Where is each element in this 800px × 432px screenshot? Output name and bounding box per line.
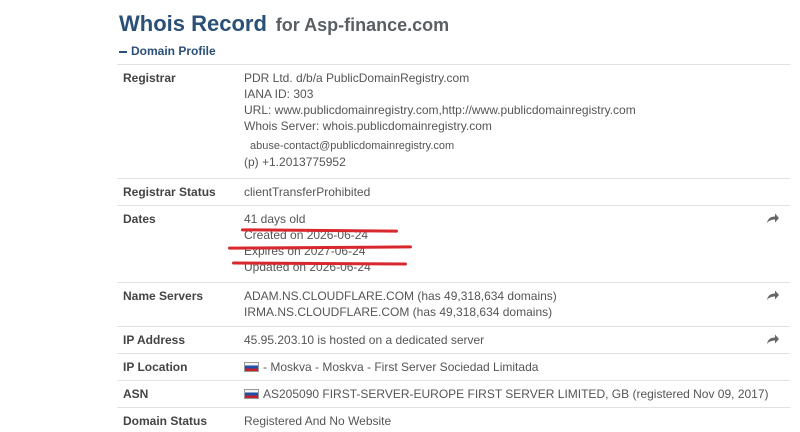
ip-location-text: - Moskva - Moskva - First Server Socieda… [263,360,539,374]
abuse-phone: (p) +1.2013775952 [244,155,346,169]
row-values: 41 days old Created on 2026-06-24 Expire… [244,211,760,275]
asn-text: AS205090 FIRST-SERVER-EUROPE FIRST SERVE… [263,387,769,401]
row-asn: ASN AS205090 FIRST-SERVER-EUROPE FIRST S… [117,380,790,407]
name-server-2: IRMA.NS.CLOUDFLARE.COM (has 49,318,634 d… [244,305,553,319]
collapse-minus-icon [119,50,127,53]
registrar-name: PDR Ltd. d/b/a PublicDomainRegistry.com [244,71,470,85]
row-values: AS205090 FIRST-SERVER-EUROPE FIRST SERVE… [244,386,769,402]
row-values: ADAM.NS.CLOUDFLARE.COM (has 49,318,634 d… [244,288,760,320]
row-name-servers: Name Servers ADAM.NS.CLOUDFLARE.COM (has… [117,282,790,326]
whois-server: Whois Server: whois.publicdomainregistry… [244,119,492,133]
row-values: 45.95.203.10 is hosted on a dedicated se… [244,332,760,348]
row-label: IP Location [123,360,188,374]
name-server-1: ADAM.NS.CLOUDFLARE.COM (has 49,318,634 d… [244,289,557,303]
row-ip-location: IP Location - Moskva - Moskva - First Se… [117,353,790,380]
whois-table: Registrar PDR Ltd. d/b/a PublicDomainReg… [117,64,790,432]
row-label: Dates [123,212,156,226]
row-label: Registrar [123,71,176,85]
row-values: PDR Ltd. d/b/a PublicDomainRegistry.com … [244,70,760,170]
row-label: Name Servers [123,289,204,303]
row-dates: Dates 41 days old Created on 2026-06-24 … [117,205,790,282]
domain-profile-toggle[interactable]: Domain Profile [119,44,216,58]
russia-flag-icon [244,389,259,399]
registrar-status-value: clientTransferProhibited [244,185,371,199]
abuse-contact: abuse-contact@publicdomainregistry.com [250,140,455,152]
share-arrow-icon[interactable] [766,333,780,345]
row-registrar: Registrar PDR Ltd. d/b/a PublicDomainReg… [117,64,790,178]
row-label: Domain Status [123,414,208,428]
row-ip-address: IP Address 45.95.203.10 is hosted on a d… [117,326,790,353]
row-registrar-status: Registrar Status clientTransferProhibite… [117,178,790,205]
share-arrow-icon[interactable] [766,289,780,301]
row-label: IP Address [123,333,186,347]
section-label: Domain Profile [131,44,216,58]
asn-value: AS205090 FIRST-SERVER-EUROPE FIRST SERVE… [244,386,769,402]
row-label: Registrar Status [123,185,216,199]
domain-age: 41 days old [244,212,306,226]
title-main: Whois Record [119,11,267,36]
row-label: ASN [123,387,149,401]
page-title: Whois Record for Asp-finance.com [119,2,449,39]
domain-status-value: Registered And No Website [244,414,392,428]
share-arrow-icon[interactable] [766,212,780,224]
row-values: - Moskva - Moskva - First Server Socieda… [244,359,760,375]
iana-id: IANA ID: 303 [244,87,314,101]
ip-location-value: - Moskva - Moskva - First Server Socieda… [244,359,760,375]
row-values: clientTransferProhibited [244,184,760,200]
title-domain: for Asp-finance.com [275,15,450,35]
russia-flag-icon [244,362,259,372]
ip-address-value: 45.95.203.10 is hosted on a dedicated se… [244,333,485,347]
registrar-url: URL: www.publicdomainregistry.com,http:/… [244,103,636,117]
row-values: Registered And No Website [244,413,760,429]
row-domain-status: Domain Status Registered And No Website [117,407,790,432]
